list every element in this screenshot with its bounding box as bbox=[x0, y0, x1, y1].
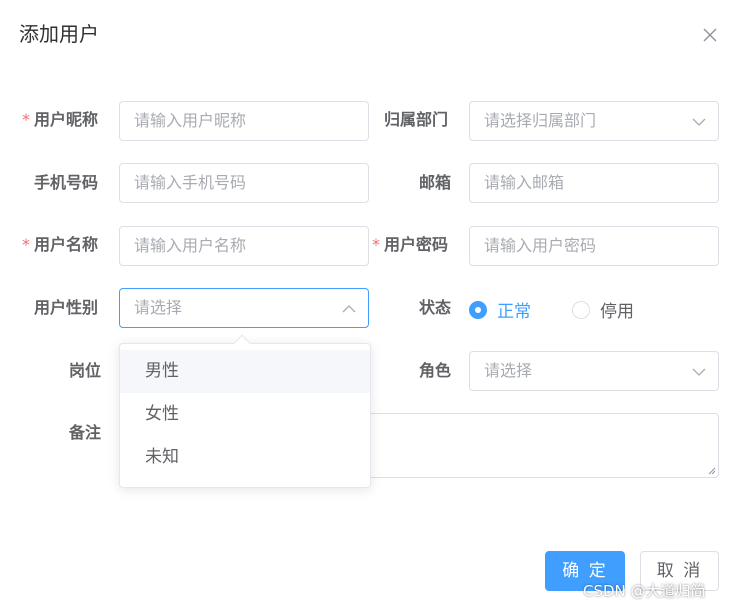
dropdown-caret bbox=[233, 334, 251, 352]
status-radio-normal[interactable]: 正常 bbox=[469, 297, 531, 322]
required-mark: * bbox=[22, 235, 30, 254]
password-input[interactable]: 请输入用户密码 bbox=[469, 226, 719, 266]
post-label: 岗位 bbox=[69, 361, 102, 380]
dept-select[interactable]: 请选择归属部门 bbox=[469, 101, 719, 141]
radio-unchecked-icon bbox=[572, 300, 590, 319]
status-label: 状态 bbox=[419, 298, 452, 317]
role-label: 角色 bbox=[419, 361, 452, 380]
resize-handle-icon[interactable] bbox=[706, 465, 716, 475]
email-input[interactable]: 请输入邮箱 bbox=[469, 163, 719, 203]
status-radio-disabled-label: 停用 bbox=[600, 302, 634, 322]
password-label: * 用户密码 bbox=[372, 234, 448, 256]
dialog-title: 添加用户 bbox=[19, 22, 99, 46]
phone-input[interactable]: 请输入手机号码 bbox=[119, 163, 369, 203]
nickname-input[interactable]: 请输入用户昵称 bbox=[119, 101, 369, 141]
required-mark: * bbox=[22, 110, 30, 129]
dept-select-placeholder: 请选择归属部门 bbox=[484, 111, 597, 130]
nickname-label-text: 用户昵称 bbox=[34, 110, 99, 129]
role-select[interactable]: 请选择 bbox=[469, 351, 719, 391]
required-mark: * bbox=[372, 235, 380, 254]
gender-select[interactable]: 请选择 bbox=[119, 288, 369, 328]
chevron-up-icon bbox=[342, 305, 356, 313]
watermark: CSDN @大道归简 bbox=[583, 582, 706, 600]
password-label-text: 用户密码 bbox=[384, 235, 449, 254]
email-label: 邮箱 bbox=[419, 173, 452, 192]
chevron-down-icon bbox=[692, 368, 706, 376]
role-select-placeholder: 请选择 bbox=[484, 361, 533, 380]
status-radio-disabled[interactable]: 停用 bbox=[572, 297, 634, 322]
gender-option-male[interactable]: 男性 bbox=[120, 350, 370, 393]
gender-label: 用户性别 bbox=[34, 298, 99, 317]
username-label: * 用户名称 bbox=[22, 234, 98, 256]
gender-option-female[interactable]: 女性 bbox=[120, 393, 370, 436]
gender-select-placeholder: 请选择 bbox=[134, 298, 183, 317]
gender-option-unknown[interactable]: 未知 bbox=[120, 436, 370, 479]
dept-label: 归属部门 bbox=[384, 110, 449, 129]
remark-label: 备注 bbox=[69, 423, 102, 442]
username-label-text: 用户名称 bbox=[34, 235, 99, 254]
chevron-down-icon bbox=[692, 118, 706, 126]
gender-dropdown: 男性 女性 未知 bbox=[119, 334, 371, 488]
add-user-dialog: 添加用户 * 用户昵称 请输入用户昵称 归属部门 请选择归属部门 手机号码 请输入… bbox=[0, 0, 736, 609]
phone-label: 手机号码 bbox=[34, 173, 99, 192]
radio-checked-icon bbox=[469, 300, 487, 319]
nickname-label: * 用户昵称 bbox=[22, 109, 98, 131]
username-input[interactable]: 请输入用户名称 bbox=[119, 226, 369, 266]
close-icon[interactable] bbox=[702, 27, 718, 43]
status-radio-normal-label: 正常 bbox=[497, 302, 531, 322]
